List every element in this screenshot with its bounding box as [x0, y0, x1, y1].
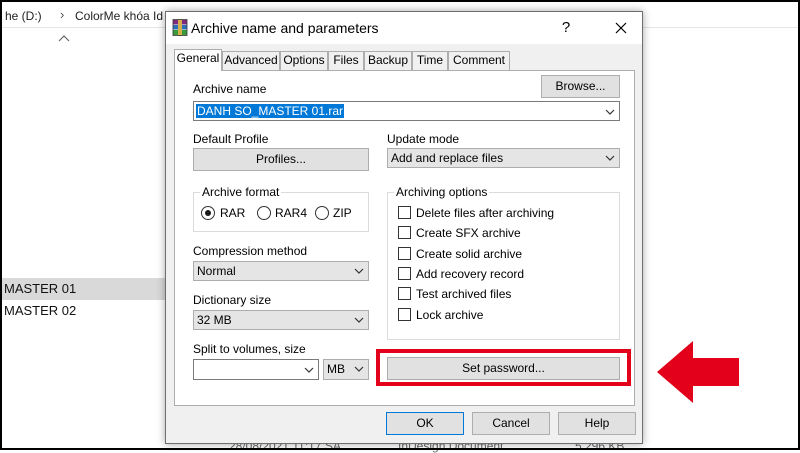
compression-method-select[interactable]: Normal [193, 261, 369, 281]
compression-method-value: Normal [197, 264, 236, 278]
create-sfx-checkbox[interactable] [398, 226, 411, 239]
chevron-down-icon [605, 155, 615, 161]
cancel-button[interactable]: Cancel [472, 412, 550, 435]
update-mode-label: Update mode [387, 132, 460, 146]
create-solid-checkbox[interactable] [398, 247, 411, 260]
browse-button[interactable]: Browse... [541, 75, 620, 98]
breadcrumb-separator-icon: › [60, 7, 65, 22]
test-archived-label[interactable]: Test archived files [416, 287, 511, 301]
split-volumes-input[interactable] [193, 359, 319, 380]
archiving-options-label: Archiving options [394, 185, 490, 199]
format-rar4-label[interactable]: RAR4 [275, 206, 307, 220]
archive-format-group: Archive format RAR RAR4 ZIP [193, 185, 369, 232]
dictionary-size-value: 32 MB [197, 313, 232, 327]
recovery-record-label[interactable]: Add recovery record [416, 267, 524, 281]
default-profile-label: Default Profile [193, 132, 269, 146]
tab-comment[interactable]: Comment [448, 51, 510, 70]
archive-format-label: Archive format [200, 185, 282, 199]
archive-name-value: DANH SO_MASTER 01.rar [196, 104, 345, 118]
breadcrumb-folder[interactable]: ColorMe khóa Id [75, 9, 163, 23]
breadcrumb-drive[interactable]: he (D:) [5, 9, 42, 23]
archive-name-label: Archive name [193, 82, 267, 96]
sort-ascending-icon[interactable] [58, 33, 70, 43]
dictionary-size-label: Dictionary size [193, 293, 272, 307]
profiles-button[interactable]: Profiles... [193, 148, 369, 171]
highlight-box [376, 349, 631, 386]
format-zip-radio[interactable] [315, 206, 329, 220]
tab-backup[interactable]: Backup [364, 51, 412, 70]
tab-time[interactable]: Time [412, 51, 448, 70]
split-unit-select[interactable]: MB [323, 359, 369, 380]
help-button[interactable]: Help [558, 412, 636, 435]
winrar-icon [172, 19, 188, 36]
update-mode-value: Add and replace files [391, 151, 504, 165]
lock-archive-checkbox[interactable] [398, 308, 411, 321]
archiving-options-group: Archiving options Delete files after arc… [387, 185, 620, 340]
lock-archive-label[interactable]: Lock archive [416, 308, 483, 322]
update-mode-select[interactable]: Add and replace files [387, 148, 620, 168]
arrow-left-icon [657, 341, 739, 403]
chevron-down-icon [354, 317, 364, 323]
dictionary-size-select[interactable]: 32 MB [193, 310, 369, 330]
compression-method-label: Compression method [193, 244, 308, 258]
dialog-titlebar[interactable]: Archive name and parameters ? [166, 12, 642, 44]
ok-button[interactable]: OK [386, 412, 464, 435]
tab-files[interactable]: Files [328, 51, 364, 70]
chevron-down-icon[interactable] [304, 366, 314, 374]
format-zip-label[interactable]: ZIP [333, 206, 352, 220]
dialog-title: Archive name and parameters [191, 20, 379, 36]
archive-name-input[interactable]: DANH SO_MASTER 01.rar [193, 101, 620, 121]
file-row[interactable]: MASTER 01 [2, 278, 166, 300]
recovery-record-checkbox[interactable] [398, 267, 411, 280]
help-icon[interactable]: ? [555, 18, 577, 38]
tab-advanced[interactable]: Advanced [222, 51, 280, 70]
delete-files-checkbox[interactable] [398, 206, 411, 219]
tab-general[interactable]: General [174, 49, 222, 71]
split-volumes-label: Split to volumes, size [193, 342, 306, 356]
chevron-down-icon [354, 366, 364, 372]
file-row[interactable]: MASTER 02 [2, 300, 166, 322]
format-rar-radio[interactable] [201, 206, 215, 220]
tab-options[interactable]: Options [280, 51, 328, 70]
test-archived-checkbox[interactable] [398, 287, 411, 300]
split-unit-value: MB [327, 362, 345, 376]
close-icon[interactable] [610, 18, 632, 38]
create-solid-label[interactable]: Create solid archive [416, 247, 522, 261]
create-sfx-label[interactable]: Create SFX archive [416, 226, 521, 240]
chevron-down-icon[interactable] [605, 108, 615, 116]
delete-files-label[interactable]: Delete files after archiving [416, 206, 554, 220]
chevron-down-icon [354, 268, 364, 274]
format-rar4-radio[interactable] [257, 206, 271, 220]
format-rar-label[interactable]: RAR [220, 206, 245, 220]
